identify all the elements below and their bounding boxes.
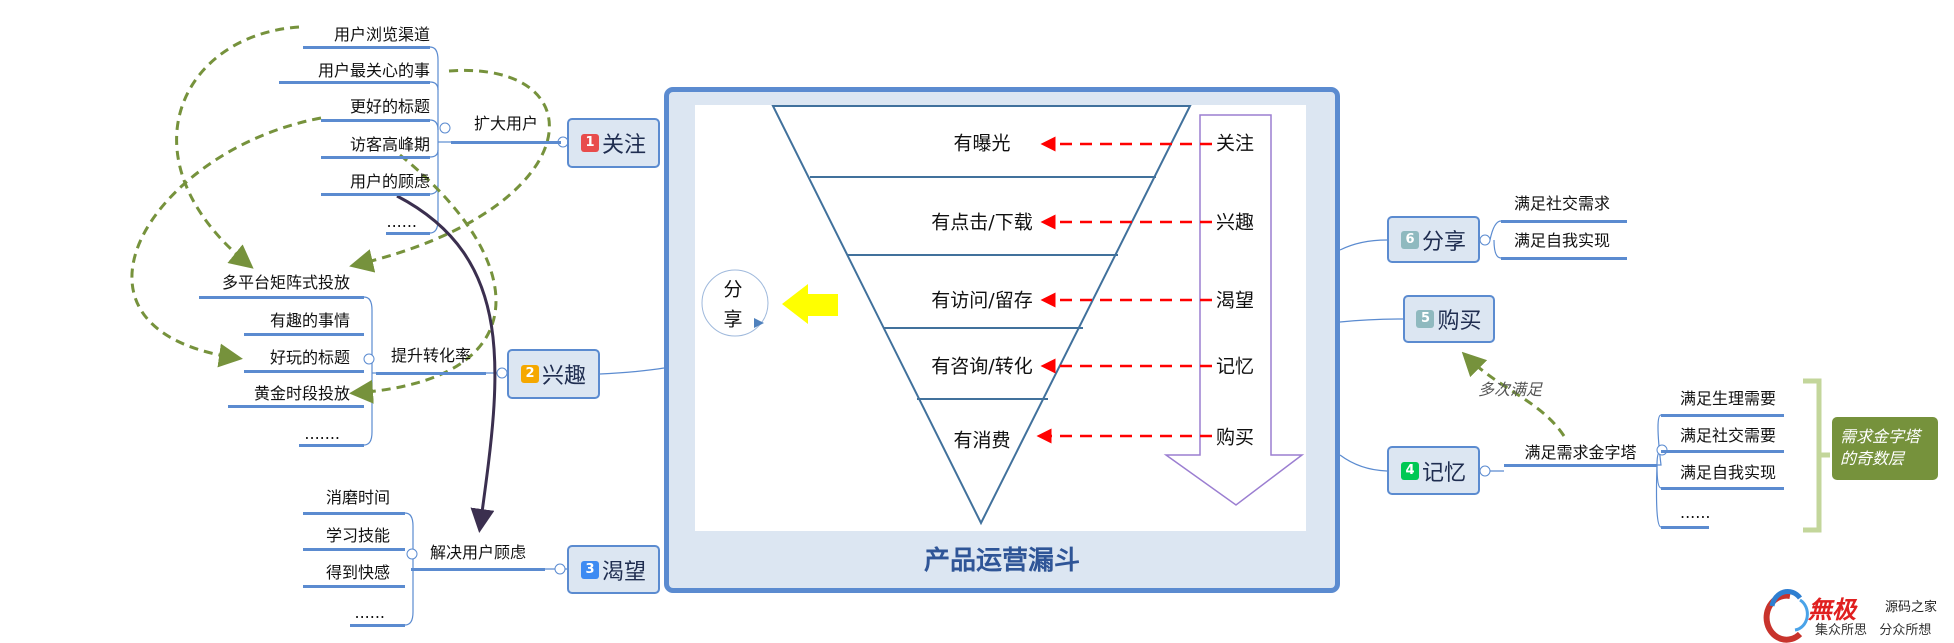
logo-name: 源码之家 (1885, 600, 1938, 615)
logo-slogan: 集众所思 分众所想 (1815, 623, 1932, 638)
logo-mark (1763, 589, 1809, 643)
